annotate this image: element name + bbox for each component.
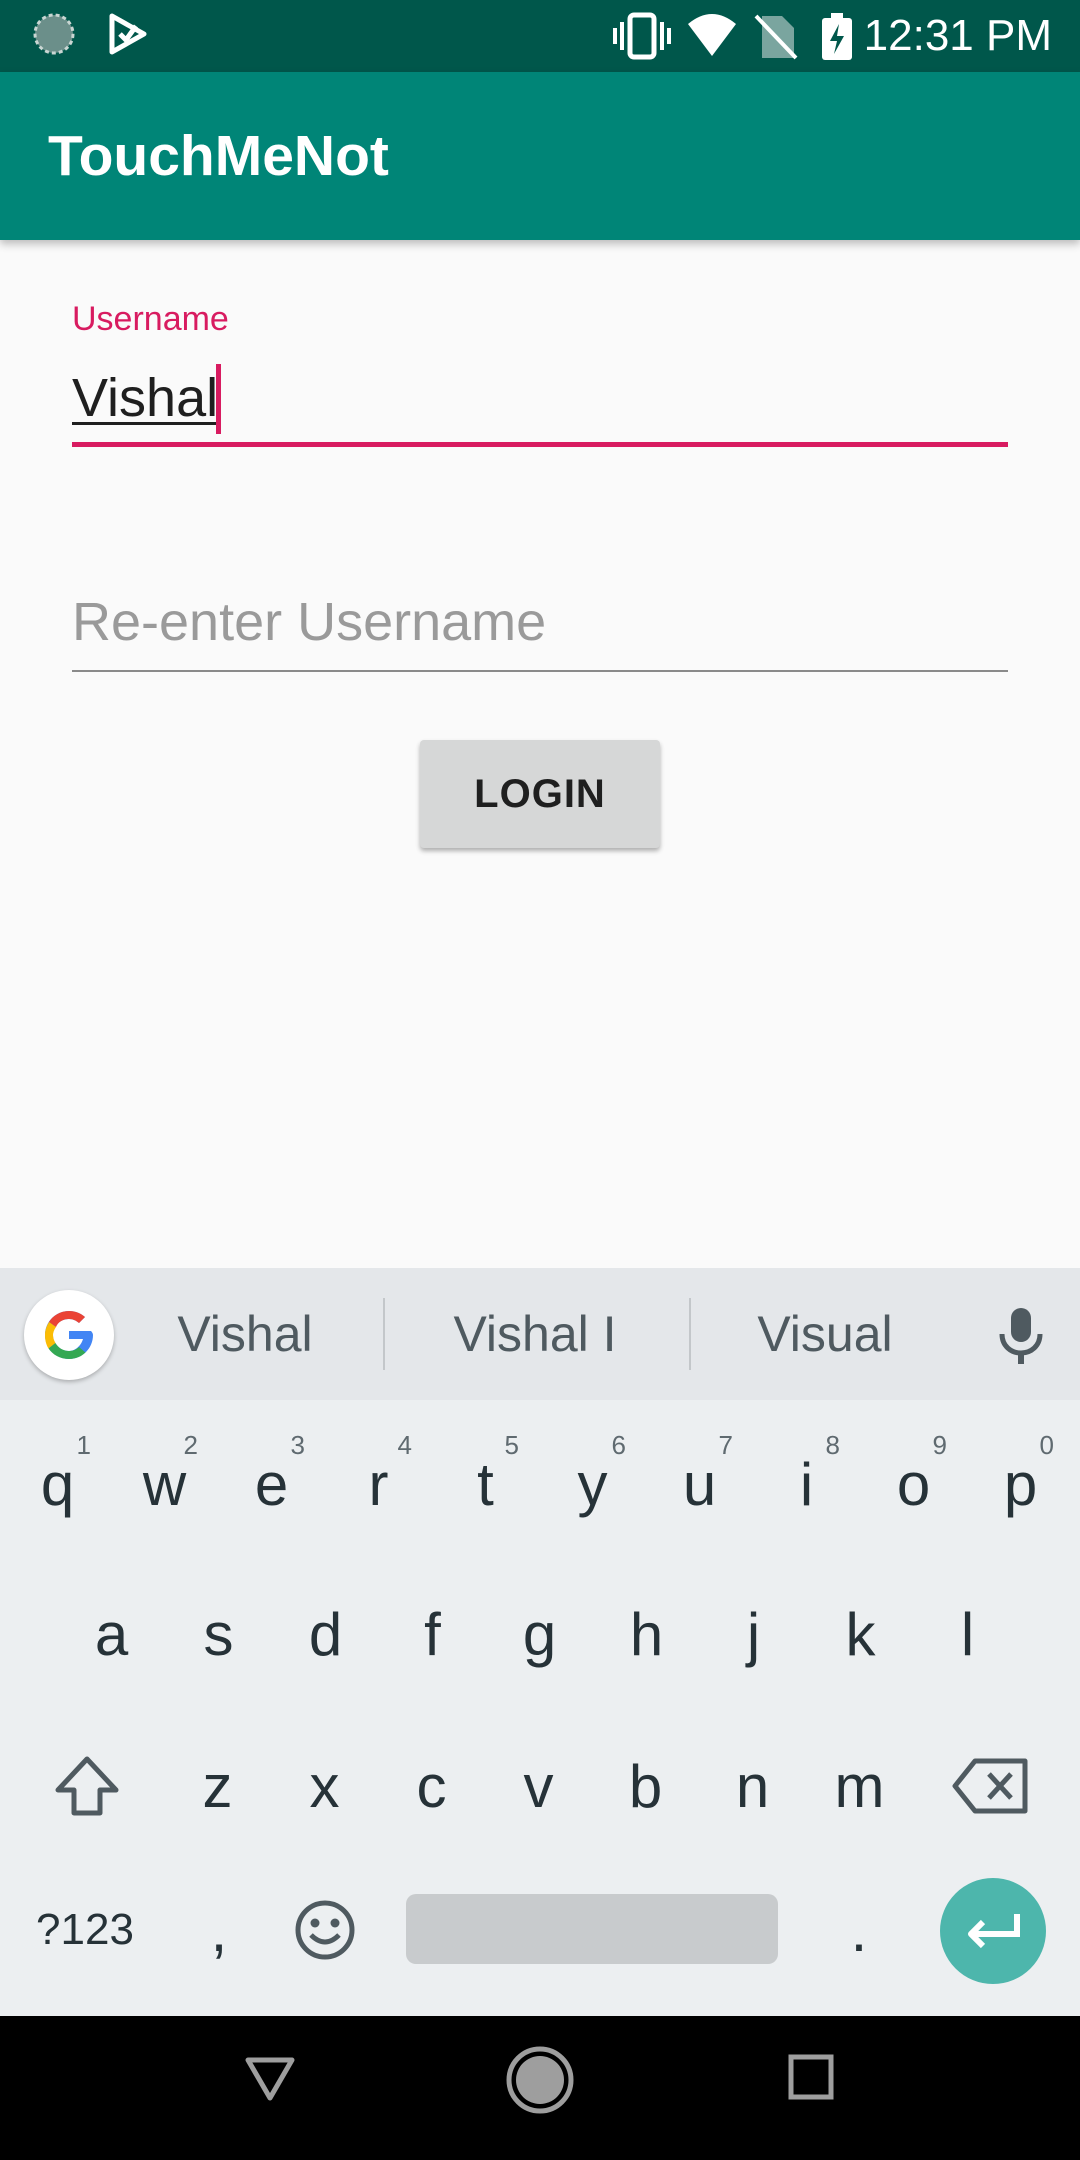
key-l[interactable]: l <box>914 1560 1021 1708</box>
app-title: TouchMeNot <box>48 124 389 188</box>
key-q[interactable]: q1 <box>4 1410 111 1558</box>
backspace-icon <box>952 1758 1028 1814</box>
battery-charging-icon <box>820 12 854 67</box>
key-e[interactable]: e3 <box>218 1410 325 1558</box>
enter-icon <box>968 1914 1020 1949</box>
backspace-key[interactable] <box>936 1712 1046 1860</box>
suggestion-1[interactable]: Vishal <box>130 1268 360 1400</box>
key-hint: 7 <box>718 1430 733 1460</box>
key-p[interactable]: p0 <box>967 1410 1074 1558</box>
suggestion-divider <box>689 1298 691 1370</box>
space-bar[interactable] <box>406 1894 778 1964</box>
period-key[interactable]: . <box>806 1856 912 2004</box>
recents-icon[interactable] <box>786 2052 836 2107</box>
key-i[interactable]: i8 <box>753 1410 860 1558</box>
shift-icon <box>55 1756 119 1816</box>
key-z[interactable]: z <box>164 1712 271 1860</box>
play-store-icon <box>106 12 150 61</box>
phone-screen: 12:31 PM TouchMeNot Username Vishal Re-e… <box>0 0 1080 2160</box>
suggestion-3[interactable]: Visual <box>710 1268 940 1400</box>
comma-key[interactable]: , <box>166 1856 272 2004</box>
key-d[interactable]: d <box>272 1560 379 1708</box>
loading-icon <box>32 12 76 61</box>
suggestion-bar: Vishal Vishal I Visual <box>0 1268 1080 1400</box>
key-x[interactable]: x <box>271 1712 378 1860</box>
key-u[interactable]: u7 <box>646 1410 753 1558</box>
key-k[interactable]: k <box>807 1560 914 1708</box>
key-n[interactable]: n <box>699 1712 806 1860</box>
suggestion-divider <box>383 1298 385 1370</box>
key-w[interactable]: w2 <box>111 1410 218 1558</box>
wifi-icon <box>686 12 738 63</box>
reenter-username-underline <box>72 670 1008 672</box>
username-underline <box>72 442 1008 447</box>
key-a[interactable]: a <box>58 1560 165 1708</box>
key-s[interactable]: s <box>165 1560 272 1708</box>
username-input[interactable]: Vishal <box>72 358 218 438</box>
emoji-key[interactable] <box>272 1856 378 2004</box>
suggestion-2[interactable]: Vishal I <box>400 1268 670 1400</box>
key-hint: 9 <box>932 1430 947 1460</box>
key-hint: 2 <box>183 1430 198 1460</box>
key-f[interactable]: f <box>379 1560 486 1708</box>
key-hint: 0 <box>1039 1430 1054 1460</box>
key-hint: 1 <box>76 1430 91 1460</box>
microphone-icon[interactable] <box>996 1306 1046 1371</box>
emoji-icon <box>295 1900 355 1960</box>
key-t[interactable]: t5 <box>432 1410 539 1558</box>
key-hint: 4 <box>397 1430 412 1460</box>
key-hint: 6 <box>611 1430 626 1460</box>
key-hint: 5 <box>504 1430 519 1460</box>
key-h[interactable]: h <box>593 1560 700 1708</box>
key-hint: 3 <box>290 1430 305 1460</box>
key-c[interactable]: c <box>378 1712 485 1860</box>
key-o[interactable]: o9 <box>860 1410 967 1558</box>
keyboard: Vishal Vishal I Visual q1 w2 e3 r4 t5 y6… <box>0 1268 1080 2016</box>
no-sim-icon <box>754 12 798 65</box>
home-icon[interactable] <box>504 2044 576 2121</box>
vibrate-icon <box>612 12 672 65</box>
key-m[interactable]: m <box>806 1712 913 1860</box>
key-v[interactable]: v <box>485 1712 592 1860</box>
google-icon[interactable] <box>24 1290 114 1380</box>
login-form: Username Vishal Re-enter Username LOGIN <box>0 240 1080 1268</box>
status-time: 12:31 PM <box>863 11 1052 60</box>
login-button[interactable]: LOGIN <box>420 740 660 848</box>
enter-key[interactable] <box>940 1878 1046 1984</box>
app-bar: TouchMeNot <box>0 72 1080 240</box>
key-j[interactable]: j <box>700 1560 807 1708</box>
key-b[interactable]: b <box>592 1712 699 1860</box>
key-hint: 8 <box>825 1430 840 1460</box>
navigation-bar <box>0 2016 1080 2160</box>
key-r[interactable]: r4 <box>325 1410 432 1558</box>
shift-key[interactable] <box>32 1712 142 1860</box>
key-y[interactable]: y6 <box>539 1410 646 1558</box>
symbols-key[interactable]: ?123 <box>20 1856 150 2004</box>
text-cursor <box>216 364 221 434</box>
back-icon[interactable] <box>240 2048 300 2113</box>
key-g[interactable]: g <box>486 1560 593 1708</box>
status-bar: 12:31 PM <box>0 0 1080 72</box>
reenter-username-input[interactable]: Re-enter Username <box>72 582 546 662</box>
username-label: Username <box>72 300 229 338</box>
